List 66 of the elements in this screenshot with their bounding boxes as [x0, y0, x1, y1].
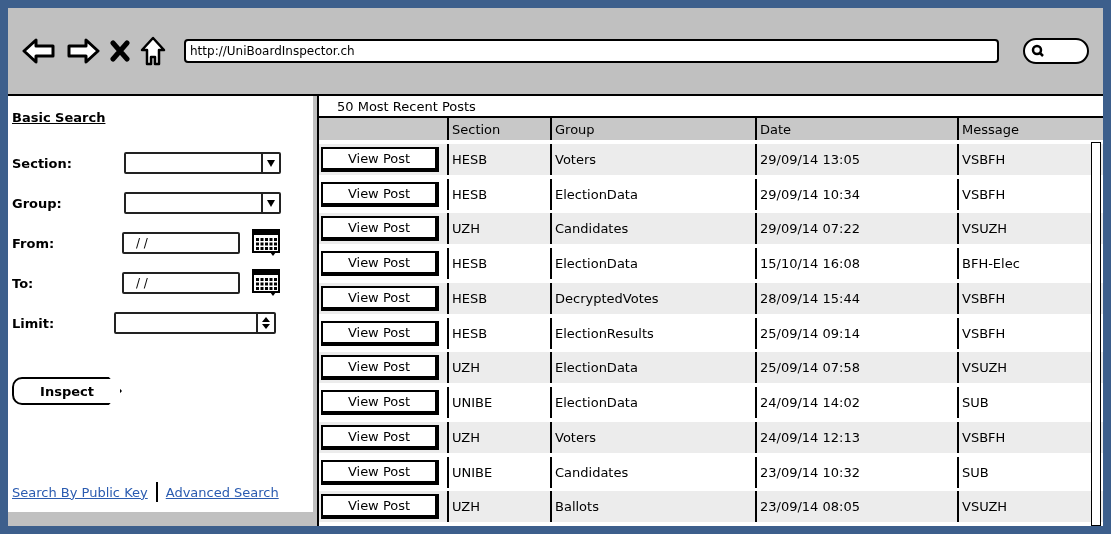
caret-icon	[266, 198, 276, 208]
date-field[interactable]: / /	[122, 272, 240, 294]
spinner-arrows-icon	[261, 316, 271, 330]
view-post-button[interactable]: View Post	[321, 459, 439, 485]
table-cell: 25/09/14 07:58	[755, 352, 957, 384]
table-cell: VSUZH	[957, 213, 1103, 245]
view-post-button[interactable]: View Post	[321, 390, 439, 415]
view-post-button[interactable]: View Post	[321, 494, 439, 520]
view-post-button[interactable]: View Post	[321, 146, 439, 172]
table-cell: VSUZH	[957, 491, 1103, 523]
table-cell: 28/09/14 15:44	[755, 282, 957, 314]
table-cell: 23/09/14 08:05	[755, 491, 957, 523]
view-post-button[interactable]: View Post	[321, 251, 439, 276]
search-link[interactable]: Search By Public Key	[12, 484, 148, 500]
table-cell: ElectionData	[550, 352, 755, 384]
calendar-icon[interactable]	[252, 269, 280, 297]
table-cell: 29/09/14 07:22	[755, 213, 957, 245]
back-icon[interactable]	[22, 37, 56, 65]
table-cell: 24/09/14 12:13	[755, 421, 957, 453]
field-label: Group:	[12, 195, 63, 211]
table-cell: Ballots	[550, 491, 755, 523]
table-cell: DecryptedVotes	[550, 282, 755, 314]
calendar-icon[interactable]	[252, 229, 280, 257]
panel-title: Basic Search	[12, 110, 106, 125]
column-header: Message	[957, 118, 1103, 140]
column-header: Group	[550, 118, 755, 140]
table-cell: VSBFH	[957, 282, 1103, 314]
table-cell: UZH	[447, 421, 550, 453]
address-field[interactable]: http://UniBoardInspector.ch	[184, 39, 999, 63]
dropdown-field[interactable]	[124, 192, 281, 214]
column-header: Section	[447, 118, 550, 140]
view-post-button[interactable]: View Post	[321, 320, 439, 346]
table-cell: UZH	[447, 491, 550, 523]
table-cell: HESB	[447, 143, 550, 175]
search-field[interactable]	[1023, 38, 1089, 64]
table-cell: UZH	[447, 213, 550, 245]
field-label: Limit:	[12, 315, 56, 331]
forward-icon[interactable]	[66, 37, 100, 65]
home-icon[interactable]	[140, 36, 166, 66]
search-icon	[1031, 44, 1045, 58]
dropdown-field[interactable]	[124, 152, 281, 174]
table-cell: HESB	[447, 282, 550, 314]
table-cell: 29/09/14 13:05	[755, 143, 957, 175]
caret-icon	[266, 158, 276, 168]
view-post-button[interactable]: View Post	[321, 285, 439, 311]
table-cell: VSBFH	[957, 143, 1103, 175]
table-cell: VSBFH	[957, 421, 1103, 453]
field-label: To:	[12, 275, 35, 291]
field-label: From:	[12, 235, 56, 251]
close-icon[interactable]	[110, 40, 130, 62]
spinner-field[interactable]	[114, 312, 276, 334]
view-post-button[interactable]: View Post	[321, 216, 439, 242]
table-cell: Candidates	[550, 213, 755, 245]
table-cell: Voters	[550, 421, 755, 453]
table-cell: VSUZH	[957, 352, 1103, 384]
field-label: Section:	[12, 155, 73, 171]
inspect-button[interactable]: Inspect	[12, 377, 122, 405]
date-field[interactable]: / /	[122, 232, 240, 254]
table-cell: Voters	[550, 143, 755, 175]
search-link[interactable]: Advanced Search	[165, 484, 279, 500]
scrollbar[interactable]	[1091, 142, 1101, 526]
column-header: Date	[755, 118, 957, 140]
view-post-button[interactable]: View Post	[321, 424, 439, 450]
table-cell: UZH	[447, 352, 550, 384]
view-post-button[interactable]: View Post	[321, 181, 439, 207]
view-post-button[interactable]: View Post	[321, 355, 439, 381]
